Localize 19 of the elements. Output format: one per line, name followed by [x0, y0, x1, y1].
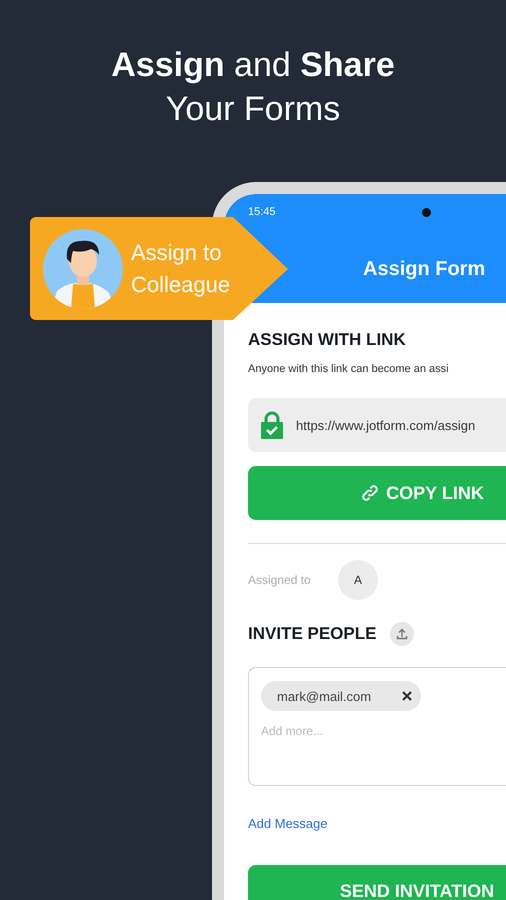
screen-title: Assign Form — [362, 257, 486, 281]
recipient-chip[interactable]: mark@mail.com — [261, 681, 422, 711]
close-icon[interactable] — [401, 690, 414, 702]
headline-subtitle: Your Forms — [164, 89, 342, 129]
lock-icon — [260, 411, 284, 439]
add-message-link[interactable]: Add Message — [248, 816, 328, 832]
assigned-label: Assigned to — [248, 573, 312, 587]
callout-label: Assign to Colleague — [131, 238, 232, 299]
camera-dot — [422, 208, 431, 216]
section-heading: ASSIGN WITH LINK — [248, 330, 407, 350]
section-heading: INVITE PEOPLE — [248, 624, 376, 644]
link-description: Anyone with this link can become an assi — [248, 362, 450, 376]
upload-icon[interactable] — [390, 622, 414, 646]
assignee-avatar[interactable]: A — [338, 560, 378, 600]
link-icon — [360, 483, 380, 503]
status-time: 15:45 — [248, 206, 276, 218]
link-field[interactable]: https://www.jotform.com/assign — [248, 398, 506, 452]
headline: Assign and Share — [110, 45, 396, 85]
email-field[interactable]: mark@mail.com Add more... — [248, 667, 506, 786]
